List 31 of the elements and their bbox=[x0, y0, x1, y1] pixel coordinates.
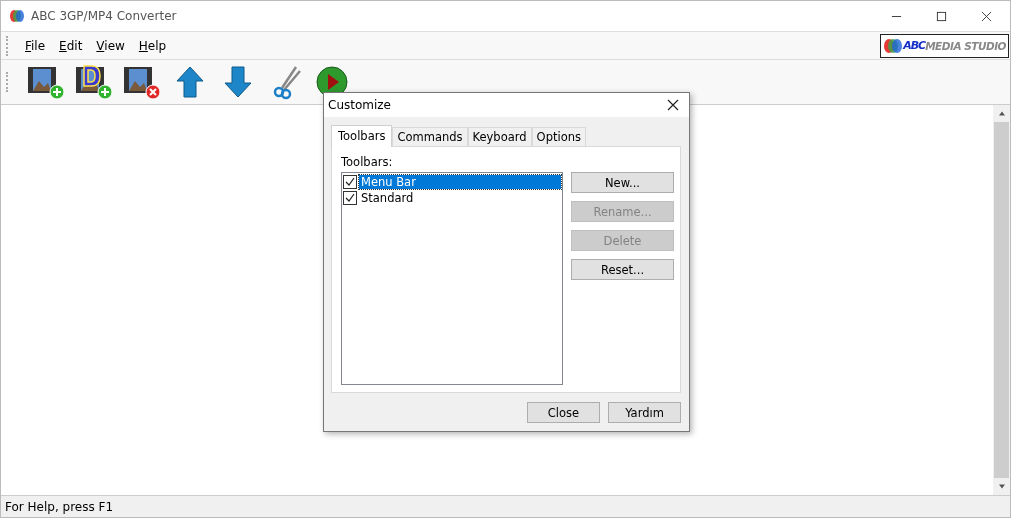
menu-item[interactable]: Help bbox=[131, 38, 174, 53]
tab[interactable]: Keyboard bbox=[467, 127, 532, 146]
status-text: For Help, press F1 bbox=[5, 499, 114, 514]
film-add-icon[interactable] bbox=[26, 64, 66, 100]
tab[interactable]: Options bbox=[531, 127, 586, 146]
list-item[interactable]: Standard bbox=[359, 191, 561, 205]
window-title: ABC 3GP/MP4 Converter bbox=[31, 9, 177, 23]
menu-item[interactable]: File bbox=[18, 38, 53, 53]
dialog-title: Customize bbox=[328, 98, 391, 112]
menu-item[interactable]: Edit bbox=[52, 38, 90, 53]
logo-text: MEDIA STUDIO bbox=[925, 39, 1006, 52]
maximize-icon[interactable] bbox=[936, 10, 947, 22]
dialog-button[interactable]: Yardım bbox=[608, 402, 681, 423]
dialog-button[interactable]: Close bbox=[527, 402, 600, 423]
checkbox[interactable] bbox=[343, 191, 357, 205]
dialog-button[interactable]: New... bbox=[571, 172, 674, 193]
rings-icon bbox=[883, 36, 904, 55]
menu-item[interactable]: View bbox=[89, 38, 132, 53]
disc-add-icon[interactable] bbox=[74, 64, 114, 100]
list-label: Toolbars: bbox=[341, 155, 394, 169]
checkbox[interactable] bbox=[343, 175, 357, 189]
close-icon[interactable] bbox=[667, 99, 679, 111]
tab[interactable]: Commands bbox=[392, 127, 468, 146]
dialog-button[interactable]: Reset... bbox=[571, 259, 674, 280]
film-remove-icon[interactable] bbox=[122, 64, 162, 100]
tab[interactable]: Toolbars bbox=[331, 125, 393, 147]
list-item[interactable]: Menu Bar bbox=[359, 175, 561, 189]
app-logo-icon bbox=[9, 8, 25, 24]
close-icon[interactable] bbox=[981, 10, 992, 22]
scrollbar[interactable] bbox=[993, 105, 1010, 495]
logo-brand: ABC bbox=[903, 39, 926, 52]
